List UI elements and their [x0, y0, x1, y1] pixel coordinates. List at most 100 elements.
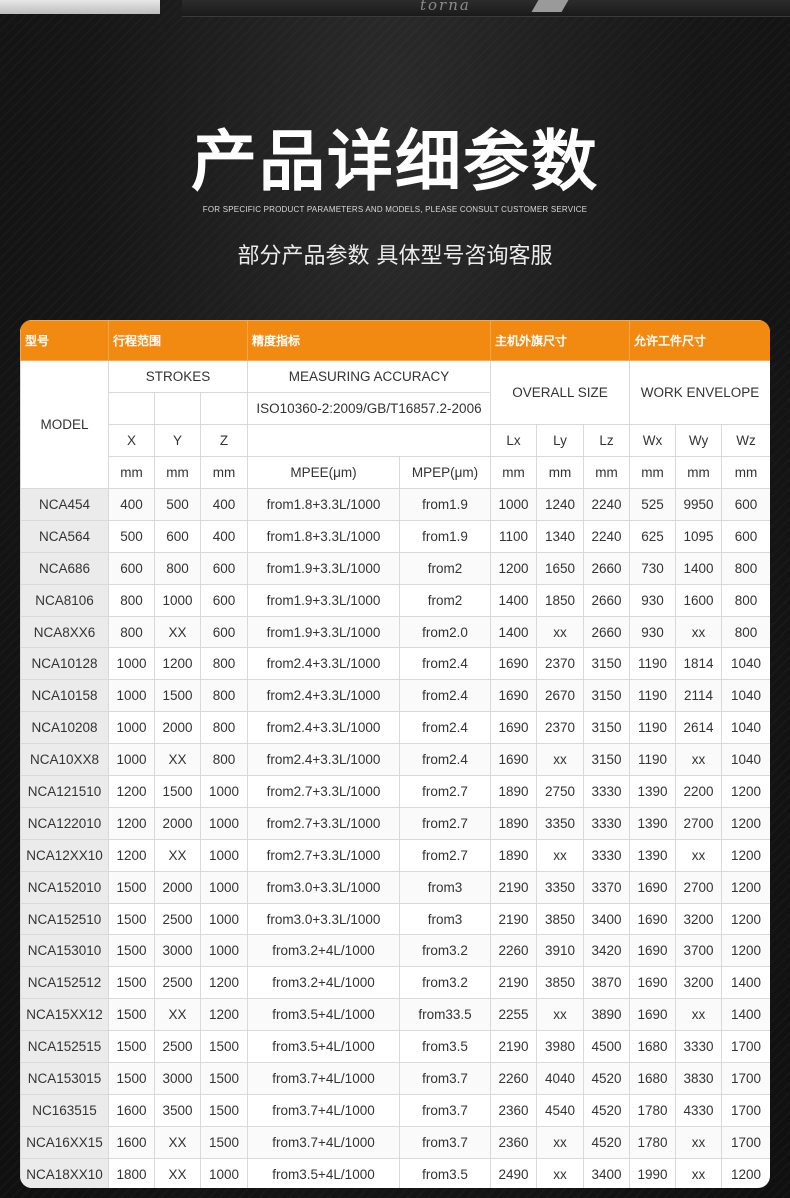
table-cell: 1690	[629, 966, 677, 1000]
table-cell: 800	[721, 551, 770, 585]
table-cell: 1680	[629, 1030, 677, 1064]
table-row: NCA152510 1500 2500 1000 from3.0+3.3L/1000 fr…	[20, 902, 770, 936]
table-cell: 1000	[200, 806, 248, 840]
model-cell: NCA152010	[20, 870, 109, 904]
overall-size-header: OVERALL SIZE	[490, 360, 631, 425]
table-cell: 2700	[675, 806, 723, 840]
table-cell: from2.4	[398, 711, 492, 745]
table-cell: from2.4	[398, 679, 492, 713]
table-cell: 1200	[154, 647, 201, 681]
table-cell: 2190	[490, 966, 538, 1000]
table-cell: xx	[675, 743, 723, 777]
table-cell: 1780	[629, 1093, 677, 1127]
table-cell: 1500	[200, 1062, 248, 1095]
strokes-header: STROKES	[108, 360, 248, 393]
machine-plate-left	[0, 0, 160, 14]
subtitle-english: FOR SPECIFIC PRODUCT PARAMETERS AND MODE…	[202, 205, 588, 214]
work-envelope-header: WORK ENVELOPE	[629, 360, 770, 425]
table-cell: 1000	[108, 743, 155, 777]
model-cell: NCA16XX15	[20, 1125, 109, 1159]
table-cell: 1700	[721, 1093, 770, 1127]
model-cell: NCA153015	[20, 1062, 109, 1095]
table-cell: 1690	[490, 647, 538, 681]
table-cell: 2255	[490, 998, 538, 1032]
table-cell: xx	[675, 615, 723, 649]
table-cell: 1000	[108, 679, 155, 713]
table-cell: 2000	[154, 711, 201, 745]
table-cell: 4330	[675, 1093, 723, 1127]
table-cell: 2190	[490, 902, 538, 936]
table-row: NCA18XX10 1800 XX 1000 from3.5+4L/1000 from3.…	[20, 1157, 770, 1188]
table-row: NCA16XX15 1600 XX 1500 from3.7+4L/1000 from3.…	[20, 1125, 770, 1159]
unit-cell: mm	[536, 456, 585, 489]
table-cell: 1890	[490, 806, 538, 840]
table-cell: 1990	[629, 1157, 677, 1188]
model-cell: NCA15XX12	[20, 998, 109, 1032]
table-cell: 3200	[675, 966, 723, 1000]
label-row: MODEL STROKES MEASURING ACCURACY OVERALL…	[20, 360, 770, 489]
table-cell: 1200	[721, 806, 770, 840]
table-cell: 800	[108, 583, 155, 617]
table-cell: 400	[200, 488, 248, 521]
table-cell: 3980	[536, 1030, 585, 1064]
table-row: NCA12XX10 1200 XX 1000 from2.7+3.3L/1000 from…	[20, 838, 770, 872]
table-cell: 1100	[490, 519, 538, 553]
table-cell: from2.4	[398, 647, 492, 681]
group-header-overall: 主机外旗尺寸	[490, 320, 631, 361]
table-cell: 1600	[675, 583, 723, 617]
axis-ly: Ly	[536, 424, 585, 457]
table-cell: 3200	[675, 902, 723, 936]
spec-table-card: 型号 行程范围 精度指标 主机外旗尺寸 允许工件尺寸 MODEL STROKES…	[20, 320, 770, 1188]
table-cell: 1200	[200, 966, 248, 1000]
table-cell: from2.7+3.3L/1000	[247, 775, 400, 808]
table-cell: 2360	[490, 1125, 538, 1159]
table-row: NCA10158 1000 1500 800 from2.4+3.3L/1000 from…	[20, 679, 770, 713]
table-row: NCA152010 1500 2000 1000 from3.0+3.3L/1000 fr…	[20, 870, 770, 904]
table-cell: xx	[536, 615, 585, 649]
table-cell: 400	[200, 519, 248, 553]
table-cell: from2.7+3.3L/1000	[247, 806, 400, 840]
table-cell: 1200	[108, 838, 155, 872]
axis-wy: Wy	[675, 424, 723, 457]
table-cell: 1690	[629, 934, 677, 968]
table-cell: 1200	[721, 1157, 770, 1188]
strokes-blank-cell	[200, 392, 248, 425]
model-header: MODEL	[20, 360, 109, 489]
table-cell: 3850	[536, 902, 585, 936]
table-cell: from3.0+3.3L/1000	[247, 902, 400, 936]
table-cell: 1700	[721, 1062, 770, 1095]
page-title: 产品详细参数	[191, 123, 599, 200]
model-cell: NCA454	[20, 488, 109, 521]
model-cell: NCA12XX10	[20, 838, 109, 872]
table-cell: from3.7	[398, 1093, 492, 1127]
table-cell: xx	[536, 743, 585, 777]
table-cell: from3.7+4L/1000	[247, 1062, 400, 1095]
table-cell: from3	[398, 902, 492, 936]
group-header-accuracy: 精度指标	[246, 320, 492, 361]
table-cell: 2370	[536, 711, 585, 745]
table-cell: 3890	[583, 998, 631, 1032]
table-cell: 1390	[629, 806, 677, 840]
table-cell: from2.4	[398, 743, 492, 777]
table-cell: 2490	[490, 1157, 538, 1188]
table-cell: 1690	[629, 902, 677, 936]
table-cell: 1000	[200, 934, 248, 968]
table-cell: 2370	[536, 647, 585, 681]
table-cell: 3830	[675, 1062, 723, 1095]
table-cell: 1500	[108, 998, 155, 1032]
table-cell: 800	[721, 615, 770, 649]
table-cell: 1500	[154, 679, 201, 713]
table-row: NCA121510 1200 1500 1000 from2.7+3.3L/1000 fr…	[20, 775, 770, 808]
table-cell: 2260	[490, 1062, 538, 1095]
table-cell: 1400	[721, 998, 770, 1032]
table-cell: 1190	[629, 679, 677, 713]
table-cell: 2660	[583, 615, 631, 649]
table-cell: 3870	[583, 966, 631, 1000]
model-cell: NCA152510	[20, 902, 109, 936]
table-cell: 800	[200, 743, 248, 777]
table-cell: 1190	[629, 647, 677, 681]
top-photo-strip: torna	[0, 0, 790, 17]
table-cell: from3	[398, 870, 492, 904]
table-row: NC163515 1600 3500 1500 from3.7+4L/1000 from3…	[20, 1093, 770, 1127]
table-cell: 1040	[721, 679, 770, 713]
